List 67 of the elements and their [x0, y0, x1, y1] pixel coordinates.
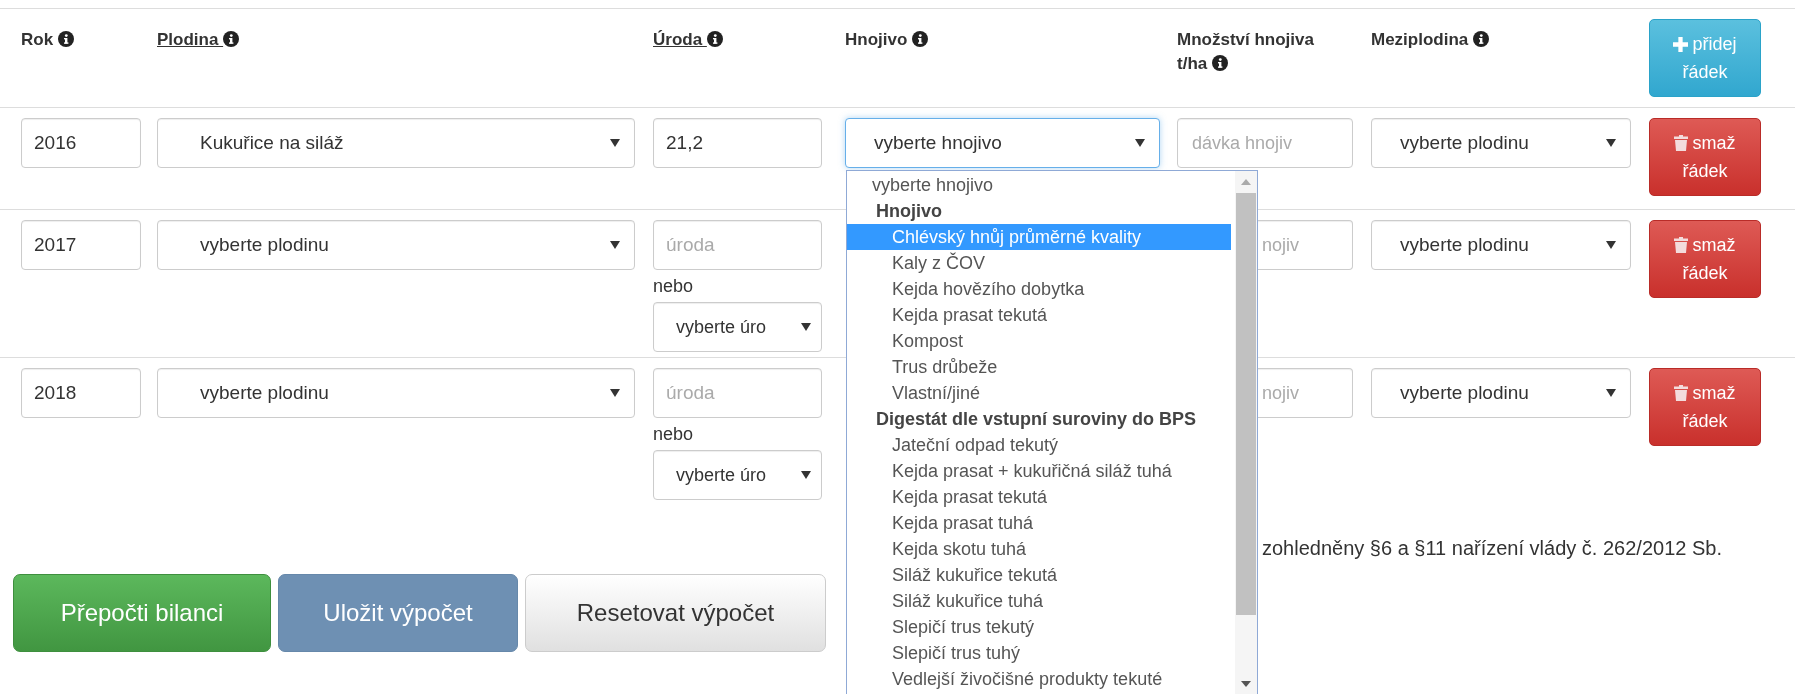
catch-crop-select[interactable]: vyberte plodinu [1371, 368, 1631, 418]
dropdown-option[interactable]: Siláž kukuřice tuhá [847, 588, 1231, 614]
delete-row-button[interactable]: smaž řádek [1649, 118, 1761, 196]
info-icon[interactable] [706, 31, 723, 47]
caret-icon [1135, 139, 1145, 147]
caret-icon [610, 389, 620, 397]
delete-row-button[interactable]: smaž řádek [1649, 220, 1761, 298]
trash-icon [1674, 135, 1689, 151]
dropdown-option[interactable]: Kaly z ČOV [847, 250, 1231, 276]
yield-field[interactable]: 21,2 [653, 118, 822, 168]
info-icon[interactable] [57, 31, 74, 47]
dropdown-option[interactable]: Kompost [847, 328, 1231, 354]
crop-select[interactable]: vyberte plodinu [157, 220, 635, 270]
year-field[interactable]: 2016 [21, 118, 141, 168]
dropdown-option[interactable]: Trus drůbeže [847, 354, 1231, 380]
dropdown-option[interactable]: Kejda prasat tekutá [847, 484, 1231, 510]
fertilizer-select[interactable]: vyberte hnojivo [845, 118, 1160, 168]
option-group-label: Hnojivo [875, 200, 943, 223]
dropdown-option[interactable]: Slepičí trus tuhý [847, 640, 1231, 666]
yield-select[interactable]: vyberte úro [653, 302, 822, 352]
scrollbar[interactable] [1235, 171, 1257, 694]
trash-icon [1674, 237, 1689, 253]
column-header: Meziplodina [1371, 28, 1489, 52]
info-icon[interactable] [912, 31, 929, 47]
dropdown-option[interactable]: Jateční odpad tekutý [847, 432, 1231, 458]
dropdown-option[interactable]: Kejda hovězího dobytka [847, 276, 1231, 302]
dropdown-option[interactable]: Kejda skotu tuhá [847, 536, 1231, 562]
caret-icon [801, 323, 811, 331]
year-field[interactable]: 2018 [21, 368, 141, 418]
caret-icon [610, 241, 620, 249]
caret-icon [1606, 389, 1616, 397]
dropdown-option[interactable]: Vlastní/jiné [847, 380, 1231, 406]
caret-icon [1606, 139, 1616, 147]
trash-icon [1674, 385, 1689, 401]
dropdown-option[interactable]: Slepičí trus tekutý [847, 614, 1231, 640]
caret-icon [801, 471, 811, 479]
info-icon[interactable] [1473, 31, 1489, 47]
catch-crop-select[interactable]: vyberte plodinu [1371, 220, 1631, 270]
caret-icon [610, 139, 620, 147]
dropdown-option[interactable]: vyberte hnojivo [847, 172, 1231, 198]
or-label: nebo [653, 423, 695, 446]
or-label: nebo [653, 275, 695, 298]
column-header: Množství hnojiva t/ha [1177, 29, 1315, 75]
crop-select[interactable]: vyberte plodinu [157, 368, 635, 418]
info-icon[interactable] [1211, 55, 1228, 71]
note-text: zohledněny §6 a §11 nařízení vlády č. 262/2012 Sb. [1262, 536, 1723, 560]
crop-select[interactable]: Kukuřice na siláž [157, 118, 635, 168]
caret-icon [1606, 241, 1616, 249]
dropdown-option[interactable]: Kejda prasat + kukuřičná siláž tuhá [847, 458, 1231, 484]
column-header[interactable]: Úroda [653, 28, 723, 52]
plus-icon [1673, 37, 1689, 52]
scrollbar-thumb[interactable] [1236, 193, 1256, 615]
dropdown-option[interactable]: Vedlejší živočišné produkty tekuté [847, 666, 1231, 692]
option-group-label: Digestát dle vstupní suroviny do BPS [875, 408, 1198, 431]
yield-select[interactable]: vyberte úro [653, 450, 822, 500]
delete-row-button[interactable]: smaž řádek [1649, 368, 1761, 446]
info-icon[interactable] [223, 31, 240, 47]
dropdown-option[interactable]: Kejda prasat tuhá [847, 510, 1231, 536]
scroll-down-icon[interactable] [1241, 681, 1251, 687]
column-header: Rok [21, 28, 74, 52]
year-field[interactable]: 2017 [21, 220, 141, 270]
dropdown-option[interactable]: Kejda prasat tekutá [847, 302, 1231, 328]
dropdown-option[interactable]: Siláž kukuřice tekutá [847, 562, 1231, 588]
catch-crop-select[interactable]: vyberte plodinu [1371, 118, 1631, 168]
column-header[interactable]: Plodina [157, 28, 240, 52]
action-button[interactable]: Resetovat výpočet [525, 574, 826, 652]
column-header: Hnojivo [845, 28, 929, 52]
